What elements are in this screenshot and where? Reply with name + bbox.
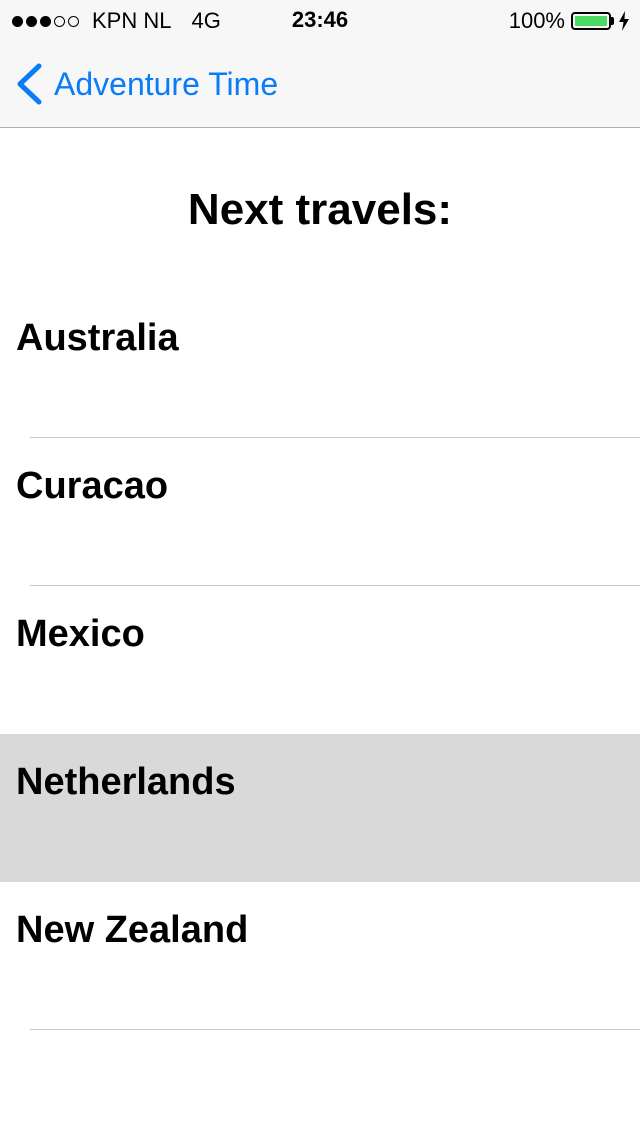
battery-icon — [571, 12, 611, 30]
row-separator — [30, 1029, 640, 1030]
list-item-label: Mexico — [16, 613, 145, 655]
list-item[interactable]: New Zealand — [0, 882, 640, 1030]
status-bar: KPN NL 4G 23:46 100% — [0, 0, 640, 40]
list-item-label: New Zealand — [16, 909, 249, 951]
charging-bolt-icon — [619, 11, 629, 31]
chevron-left-icon — [17, 63, 42, 105]
list-item[interactable]: Netherlands — [0, 734, 640, 882]
navigation-bar: Adventure Time — [0, 40, 640, 128]
back-button-label: Adventure Time — [54, 65, 279, 102]
page-title: Next travels: — [187, 185, 453, 234]
list-item[interactable]: Curacao — [0, 438, 640, 586]
list-item-label: Australia — [16, 317, 179, 359]
battery-nub — [611, 17, 614, 25]
travel-list: Australia Curacao Mexico Netherlands New Zea… — [0, 290, 640, 1030]
back-button[interactable]: Adventure Time — [14, 60, 278, 108]
list-item[interactable]: Mexico — [0, 586, 640, 734]
list-item-label: Netherlands — [16, 761, 236, 803]
list-item-label: Curacao — [16, 465, 169, 507]
screen: KPN NL 4G 23:46 100% Adventure Time Next… — [0, 0, 640, 1136]
list-item[interactable]: Australia — [0, 290, 640, 438]
status-right: 100% — [509, 8, 630, 34]
battery-fill — [575, 16, 607, 26]
battery-percent: 100% — [508, 8, 565, 33]
